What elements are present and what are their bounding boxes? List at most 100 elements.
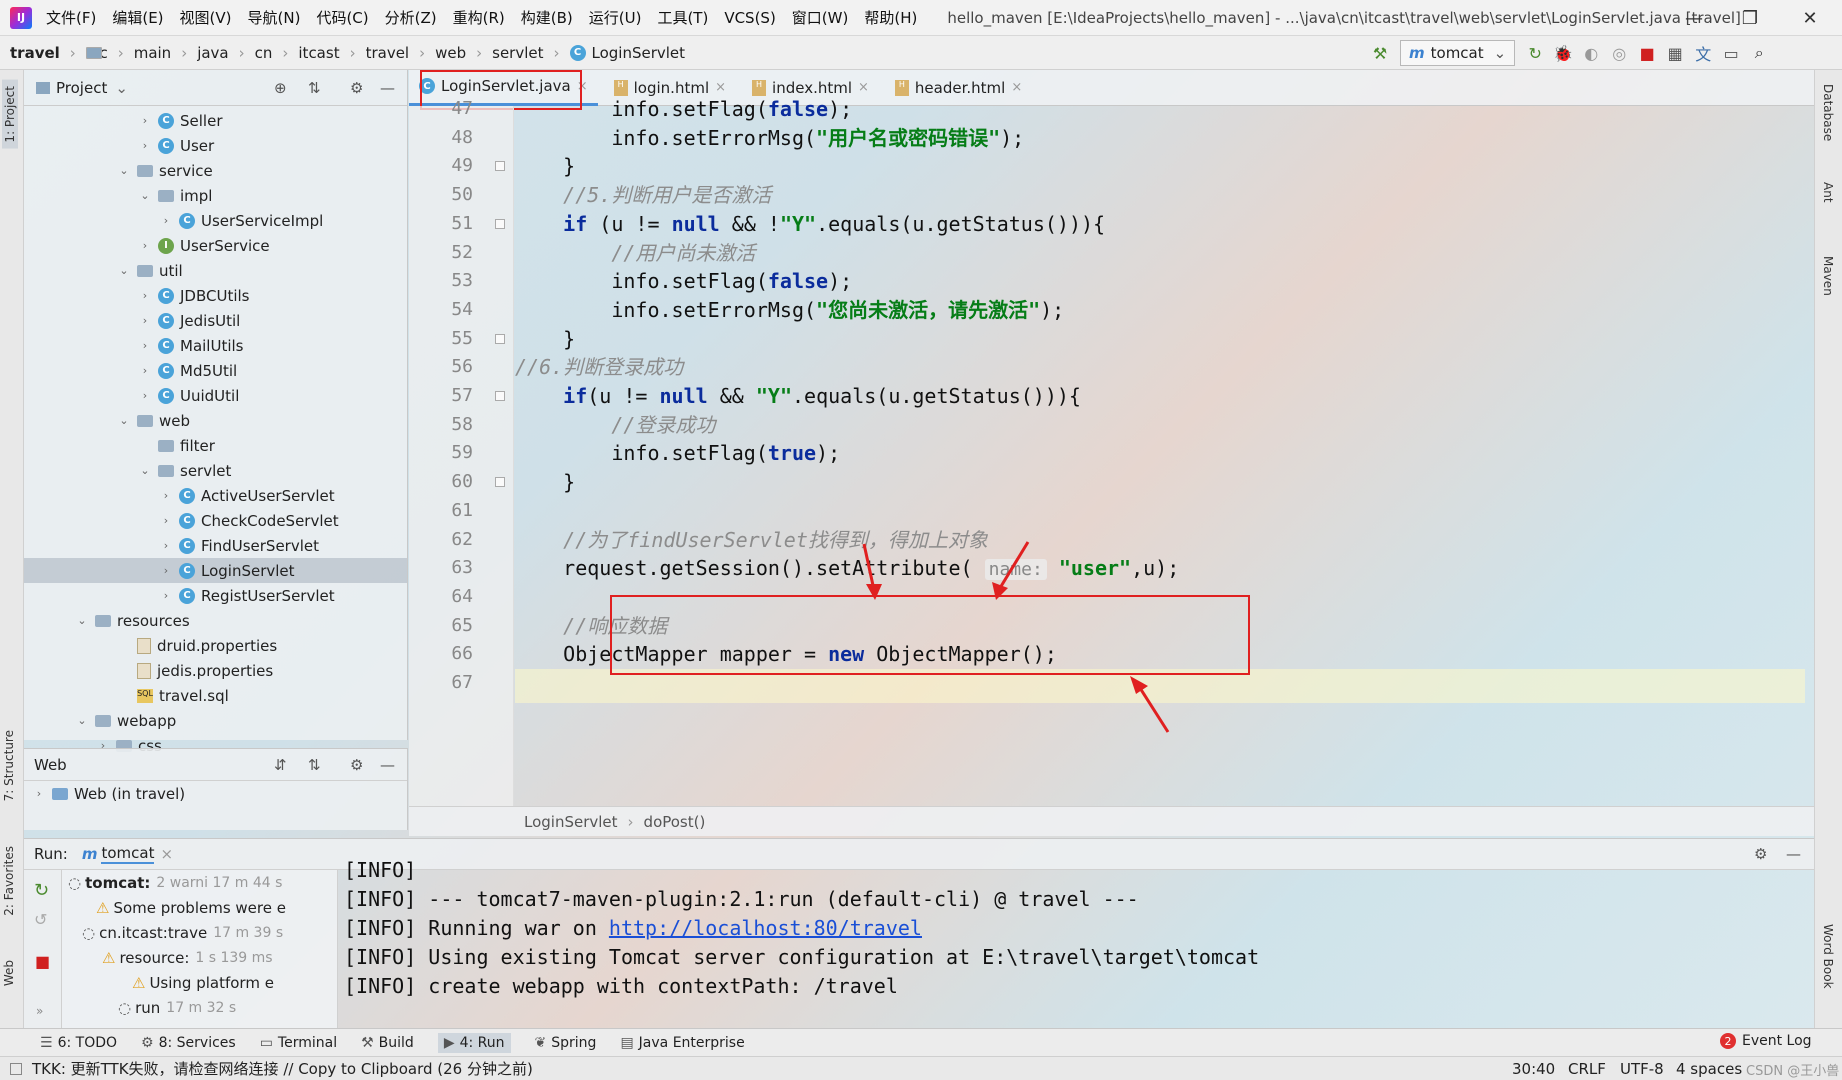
menu-item-11[interactable]: 窗口(W)	[792, 7, 849, 28]
coverage-icon[interactable]: ◐	[1577, 39, 1605, 67]
tree-item[interactable]: jedis.properties	[24, 658, 407, 683]
tree-item[interactable]: › C UserServiceImpl	[24, 208, 407, 233]
bottom-tool-button[interactable]: ⚙ 8: Services	[141, 1035, 236, 1051]
web-item[interactable]: › Web (in travel)	[24, 781, 407, 806]
menu-item-0[interactable]: 文件(F)	[46, 7, 96, 28]
run-tree-item[interactable]: ⚠ Some problems were e	[62, 895, 337, 920]
collapse-all-icon[interactable]: ⇅	[308, 756, 321, 774]
stop-icon[interactable]: ■	[35, 952, 50, 971]
web-tool-tab[interactable]: Web	[2, 960, 16, 986]
minimize-button[interactable]: —	[1666, 0, 1722, 36]
chevron-right-icon[interactable]: ›	[138, 289, 152, 302]
locate-icon[interactable]: ⊕	[274, 79, 287, 97]
tree-item[interactable]: ⌄ servlet	[24, 458, 407, 483]
bottom-tool-button[interactable]: ▶ 4: Run	[437, 1032, 511, 1053]
rerun-icon[interactable]: ↻	[1521, 39, 1549, 67]
profile-icon[interactable]: ◎	[1605, 39, 1633, 67]
code-line[interactable]: }	[515, 465, 575, 499]
tree-item[interactable]: › C Seller	[24, 108, 407, 133]
chevron-right-icon[interactable]: ›	[138, 314, 152, 327]
tree-item[interactable]: › C JDBCUtils	[24, 283, 407, 308]
restore-button[interactable]: ❐	[1722, 0, 1778, 36]
breadcrumb-item-4[interactable]: cn ›	[86, 44, 288, 62]
fold-marker-icon[interactable]	[495, 333, 505, 344]
breadcrumb-item-8[interactable]: servlet ›	[86, 44, 560, 62]
favorites-tool-tab[interactable]: 2: Favorites	[2, 846, 16, 916]
chevron-down-icon[interactable]: ⌄	[75, 714, 89, 727]
menu-item-1[interactable]: 编辑(E)	[112, 7, 163, 28]
run-tree-item[interactable]: ⚠ resource: 1 s 139 ms	[62, 945, 337, 970]
tree-item[interactable]: › C User	[24, 133, 407, 158]
menu-item-7[interactable]: 构建(B)	[521, 7, 573, 28]
breadcrumb-item-2[interactable]: main ›	[86, 44, 187, 62]
console-link[interactable]: http://localhost:80/travel	[609, 916, 922, 940]
chevron-down-icon[interactable]: ⌄	[117, 414, 131, 427]
tree-item[interactable]: SQL travel.sql	[24, 683, 407, 708]
chevron-right-icon[interactable]: ›	[159, 589, 173, 602]
chevron-down-icon[interactable]: ⌄	[138, 464, 152, 477]
tree-item[interactable]: ⌄ webapp	[24, 708, 407, 733]
hide-panel-icon[interactable]: —	[380, 756, 395, 774]
run-tree-item[interactable]: ◌ tomcat: 2 warni 17 m 44 s	[62, 870, 337, 895]
tree-item[interactable]: › C FindUserServlet	[24, 533, 407, 558]
tree-item[interactable]: ⌄ web	[24, 408, 407, 433]
close-icon[interactable]: ×	[160, 845, 173, 863]
breadcrumb-item-6[interactable]: travel ›	[86, 44, 425, 62]
run-tree-item[interactable]: ◌ run 17 m 32 s	[62, 995, 337, 1020]
menu-item-9[interactable]: 工具(T)	[657, 7, 708, 28]
chevron-right-icon[interactable]: ›	[138, 364, 152, 377]
fold-marker-icon[interactable]	[495, 391, 505, 401]
close-icon[interactable]: ×	[858, 80, 869, 95]
build-hammer-icon[interactable]: ⚒	[1366, 39, 1394, 67]
wordbook-tool-tab[interactable]: Word Book	[1821, 924, 1835, 989]
menu-item-6[interactable]: 重构(R)	[453, 7, 505, 28]
breadcrumb-method[interactable]: doPost()	[644, 813, 706, 831]
expand-all-icon[interactable]: ⇵	[274, 756, 287, 774]
run-tab-tomcat[interactable]: tomcat	[101, 844, 155, 864]
structure-tool-tab[interactable]: 7: Structure	[2, 730, 16, 801]
chevron-down-icon[interactable]: ⌄	[115, 79, 128, 97]
search-icon[interactable]: ⌕	[1745, 39, 1773, 67]
project-panel-title[interactable]: Project	[56, 79, 107, 97]
chevron-down-icon[interactable]: ⌄	[117, 264, 131, 277]
run-tree-item[interactable]: ⚠ Using platform e	[62, 970, 337, 995]
code-line[interactable]: info.setErrorMsg("用户名或密码错误");	[515, 121, 1024, 155]
cursor-position[interactable]: 30:40	[1512, 1057, 1555, 1080]
menu-item-12[interactable]: 帮助(H)	[864, 7, 917, 28]
tree-item[interactable]: › C MailUtils	[24, 333, 407, 358]
menu-item-3[interactable]: 导航(N)	[248, 7, 301, 28]
presentation-icon[interactable]: ▭	[1717, 39, 1745, 67]
tree-item[interactable]: › C UuidUtil	[24, 383, 407, 408]
tree-item[interactable]: druid.properties	[24, 633, 407, 658]
breadcrumb-item-9[interactable]: C LoginServlet	[569, 44, 685, 62]
indent-setting[interactable]: 4 spaces	[1676, 1057, 1742, 1080]
menu-item-10[interactable]: VCS(S)	[724, 9, 775, 27]
run-console[interactable]: [INFO] [INFO] --- tomcat7-maven-plugin:2.…	[338, 858, 1814, 1028]
breadcrumb-item-5[interactable]: itcast ›	[86, 44, 356, 62]
menu-item-5[interactable]: 分析(Z)	[385, 7, 437, 28]
menu-item-8[interactable]: 运行(U)	[589, 7, 642, 28]
tree-item[interactable]: › I UserService	[24, 233, 407, 258]
fold-marker-icon[interactable]	[495, 161, 505, 172]
file-encoding[interactable]: UTF-8	[1620, 1057, 1664, 1080]
tree-item[interactable]: ⌄ resources	[24, 608, 407, 633]
run-config-dropdown[interactable]: m tomcat ⌄	[1400, 40, 1516, 66]
fold-marker-icon[interactable]	[495, 218, 505, 229]
chevron-right-icon[interactable]: ›	[159, 514, 173, 527]
breadcrumb-item-3[interactable]: java ›	[86, 44, 245, 62]
chevron-right-icon[interactable]: ›	[159, 489, 173, 502]
chevron-down-icon[interactable]: ⌄	[138, 189, 152, 202]
tree-item[interactable]: ⌄ util	[24, 258, 407, 283]
chevron-right-icon[interactable]: ›	[138, 139, 152, 152]
translate-icon[interactable]: 文	[1689, 39, 1717, 67]
close-button[interactable]: ✕	[1782, 0, 1838, 36]
breadcrumb-item-7[interactable]: web ›	[86, 44, 482, 62]
menu-item-4[interactable]: 代码(C)	[316, 7, 368, 28]
chevron-right-icon[interactable]: ›	[159, 539, 173, 552]
maven-tool-tab[interactable]: Maven	[1821, 256, 1835, 296]
fold-marker-icon[interactable]	[495, 477, 505, 488]
menu-item-2[interactable]: 视图(V)	[180, 7, 232, 28]
chevron-right-icon[interactable]: ›	[159, 564, 173, 577]
chevron-right-icon[interactable]: ›	[138, 239, 152, 252]
rerun-failed-icon[interactable]: ↺	[34, 910, 47, 929]
